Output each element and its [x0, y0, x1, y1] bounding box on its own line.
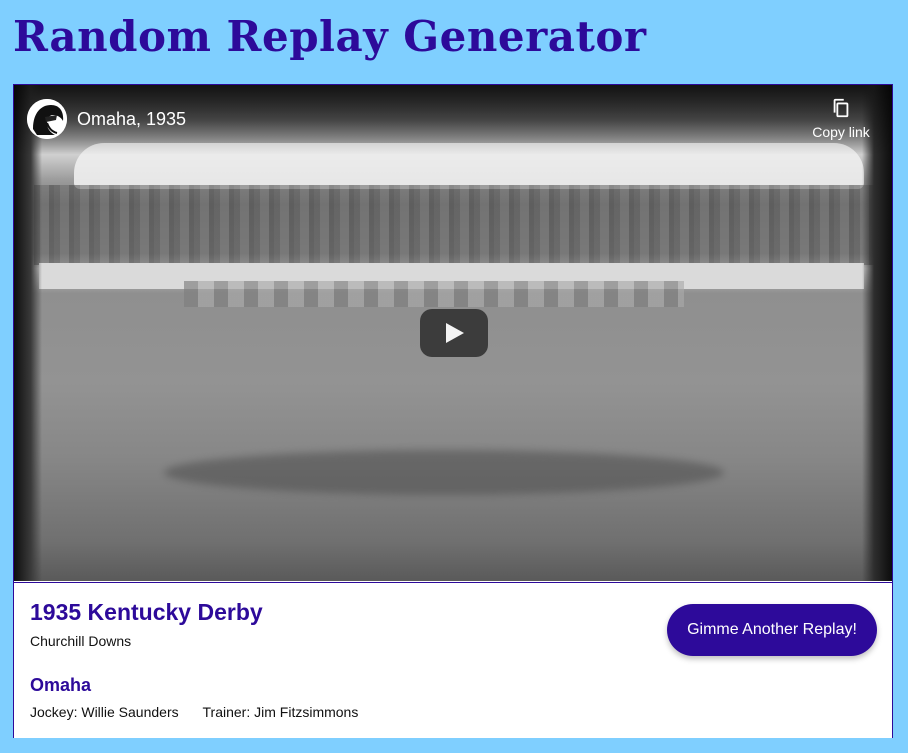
horse-connections: Jockey: Willie Saunders Trainer: Jim Fit… [30, 704, 358, 720]
horse-name: Omaha [30, 675, 92, 695]
trainer-label: Trainer: Jim Fitzsimmons [202, 704, 359, 720]
channel-avatar-icon[interactable] [27, 99, 67, 139]
play-icon [446, 323, 464, 343]
copy-link-label: Copy link [812, 124, 870, 140]
track-name: Churchill Downs [30, 633, 132, 649]
race-title: 1935 Kentucky Derby [30, 599, 263, 625]
copy-link-button[interactable]: Copy link [810, 97, 872, 142]
another-replay-button[interactable]: Gimme Another Replay! [667, 604, 877, 656]
video-frame-vignette-right [862, 85, 892, 581]
page-title: Random Replay Generator [13, 12, 647, 61]
video-frame-vignette-left [14, 85, 42, 581]
copy-icon [833, 98, 849, 118]
video-player[interactable]: Omaha, 1935 Copy link [14, 85, 892, 581]
video-frame-crowd [34, 185, 874, 265]
jockey-label: Jockey: Willie Saunders [30, 704, 179, 720]
video-frame-infield [164, 450, 724, 495]
video-title[interactable]: Omaha, 1935 [77, 107, 186, 131]
play-button[interactable] [420, 309, 488, 357]
video-frame-horses [184, 281, 684, 307]
channel-avatar-image [27, 99, 67, 139]
replay-card: Omaha, 1935 Copy link 1935 Kentucky Derb… [13, 84, 893, 738]
race-info-panel: 1935 Kentucky Derby Churchill Downs Omah… [14, 582, 892, 738]
